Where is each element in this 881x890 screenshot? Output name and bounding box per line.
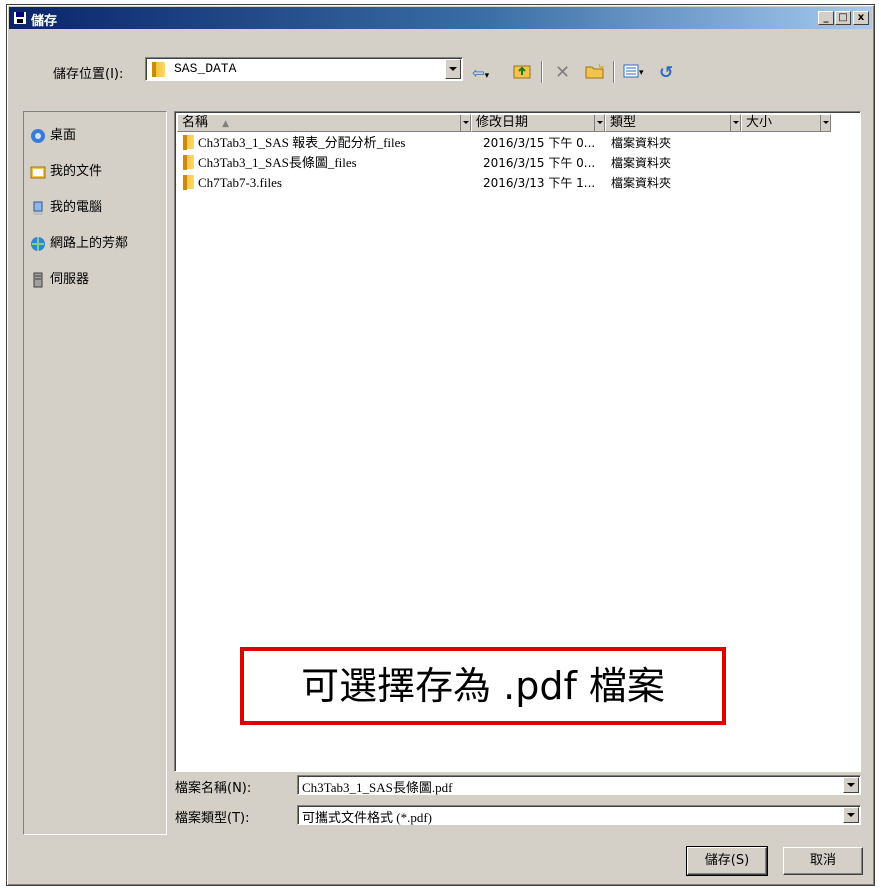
file-type: 檔案資料夾	[611, 156, 672, 170]
file-modified: 2016/3/15 下午 0...	[483, 136, 596, 150]
pdf-callout-annotation: 可選擇存為 .pdf 檔案	[240, 647, 726, 725]
filetype-dropdown-button[interactable]	[843, 807, 859, 823]
toolbar-separator	[541, 61, 543, 83]
up-folder-button[interactable]	[513, 63, 531, 83]
place-network[interactable]: 網路上的芳鄰	[30, 232, 128, 252]
file-row[interactable]: Ch3Tab3_1_SAS長條圖_files 2016/3/15 下午 0...…	[183, 154, 743, 172]
place-label: 我的文件	[50, 164, 103, 179]
my-documents-icon	[30, 166, 46, 178]
save-location-combo[interactable]: SAS_DATA	[145, 57, 463, 81]
file-name-cell: Ch3Tab3_1_SAS 報表_分配分析_files	[183, 134, 405, 152]
network-icon	[31, 236, 45, 251]
folder-icon	[152, 62, 165, 77]
file-name: Ch7Tab7-3.files	[198, 175, 282, 190]
file-name-cell: Ch7Tab7-3.files	[183, 174, 282, 192]
back-arrow-icon: ⇦	[472, 64, 485, 82]
save-location-value: SAS_DATA	[174, 61, 237, 76]
filetype-value: 可攜式文件格式 (*.pdf)	[302, 810, 432, 825]
place-label: 我的電腦	[50, 200, 103, 215]
place-server[interactable]: 伺服器	[30, 268, 89, 288]
column-header-modified[interactable]: 修改日期	[471, 114, 605, 132]
save-button[interactable]: 儲存(S)	[686, 846, 768, 876]
file-type: 檔案資料夾	[611, 136, 672, 150]
filetype-select[interactable]: 可攜式文件格式 (*.pdf)	[297, 805, 861, 825]
save-location-label: 儲存位置(I):	[53, 67, 124, 82]
folder-icon	[183, 135, 194, 150]
close-button[interactable]: x	[853, 11, 869, 25]
column-name-dropdown-icon[interactable]	[460, 115, 470, 131]
view-menu-button[interactable]: ▾	[623, 63, 644, 83]
server-icon	[33, 272, 43, 287]
file-modified: 2016/3/13 下午 1...	[483, 176, 596, 190]
column-modified-dropdown-icon[interactable]	[594, 115, 604, 131]
place-my-computer[interactable]: 我的電腦	[30, 196, 102, 216]
save-location-dropdown-button[interactable]	[445, 59, 461, 79]
column-header-name[interactable]: 名稱 ▲	[177, 114, 471, 132]
column-type-dropdown-icon[interactable]	[730, 115, 740, 131]
filename-input[interactable]: Ch3Tab3_1_SAS長條圖.pdf	[297, 775, 861, 795]
refresh-icon: ↺	[659, 63, 674, 83]
file-row[interactable]: Ch3Tab3_1_SAS 報表_分配分析_files 2016/3/15 下午…	[183, 134, 743, 152]
title-bar[interactable]: 儲存 _ □ x	[9, 7, 872, 29]
column-size-dropdown-icon[interactable]	[820, 115, 830, 131]
file-modified: 2016/3/15 下午 0...	[483, 156, 596, 170]
file-name: Ch3Tab3_1_SAS長條圖_files	[198, 155, 357, 170]
place-my-documents[interactable]: 我的文件	[30, 160, 102, 180]
file-name-cell: Ch3Tab3_1_SAS長條圖_files	[183, 154, 357, 172]
save-dialog: 儲存 _ □ x 儲存位置(I): SAS_DATA ⇦▾ ✕ ▾ ↺ 桌面 我…	[6, 4, 875, 886]
filename-label: 檔案名稱(N):	[175, 781, 252, 796]
folder-icon	[183, 175, 194, 190]
back-dropdown-icon: ▾	[484, 71, 490, 81]
new-folder-icon	[585, 63, 605, 79]
up-folder-icon	[513, 65, 531, 79]
place-desktop[interactable]: 桌面	[30, 124, 76, 144]
delete-button[interactable]: ✕	[555, 63, 570, 83]
view-dropdown-icon: ▾	[639, 68, 644, 78]
column-header-size[interactable]: 大小	[741, 114, 831, 132]
column-type-label: 類型	[610, 115, 637, 130]
column-header-type[interactable]: 類型	[605, 114, 741, 132]
file-name: Ch3Tab3_1_SAS 報表_分配分析_files	[198, 135, 406, 150]
file-row[interactable]: Ch7Tab7-3.files 2016/3/13 下午 1... 檔案資料夾	[183, 174, 743, 192]
file-type: 檔案資料夾	[611, 176, 672, 190]
delete-x-icon: ✕	[555, 62, 571, 83]
place-label: 網路上的芳鄰	[50, 236, 129, 251]
new-folder-button[interactable]	[585, 63, 605, 83]
my-computer-icon	[33, 201, 43, 215]
column-modified-label: 修改日期	[476, 115, 529, 130]
tools-button[interactable]: ↺	[659, 63, 673, 83]
window-title: 儲存	[31, 14, 58, 29]
filetype-label: 檔案類型(T):	[175, 811, 250, 826]
cancel-button[interactable]: 取消	[783, 847, 863, 875]
minimize-button[interactable]: _	[818, 11, 834, 25]
sort-ascending-icon: ▲	[222, 119, 230, 129]
maximize-button[interactable]: □	[835, 11, 851, 25]
place-label: 桌面	[50, 128, 77, 143]
place-label: 伺服器	[50, 272, 90, 287]
folder-icon	[183, 155, 194, 170]
desktop-icon	[31, 128, 45, 143]
filename-dropdown-button[interactable]	[843, 777, 859, 793]
filename-value: Ch3Tab3_1_SAS長條圖.pdf	[302, 780, 453, 795]
toolbar-separator	[613, 61, 615, 83]
back-button[interactable]: ⇦▾	[472, 63, 489, 83]
save-disk-icon	[14, 12, 26, 24]
view-list-icon	[623, 64, 639, 78]
places-bar: 桌面 我的文件 我的電腦 網路上的芳鄰 伺服器	[23, 111, 167, 835]
column-name-label: 名稱	[182, 115, 209, 130]
column-size-label: 大小	[746, 115, 773, 130]
